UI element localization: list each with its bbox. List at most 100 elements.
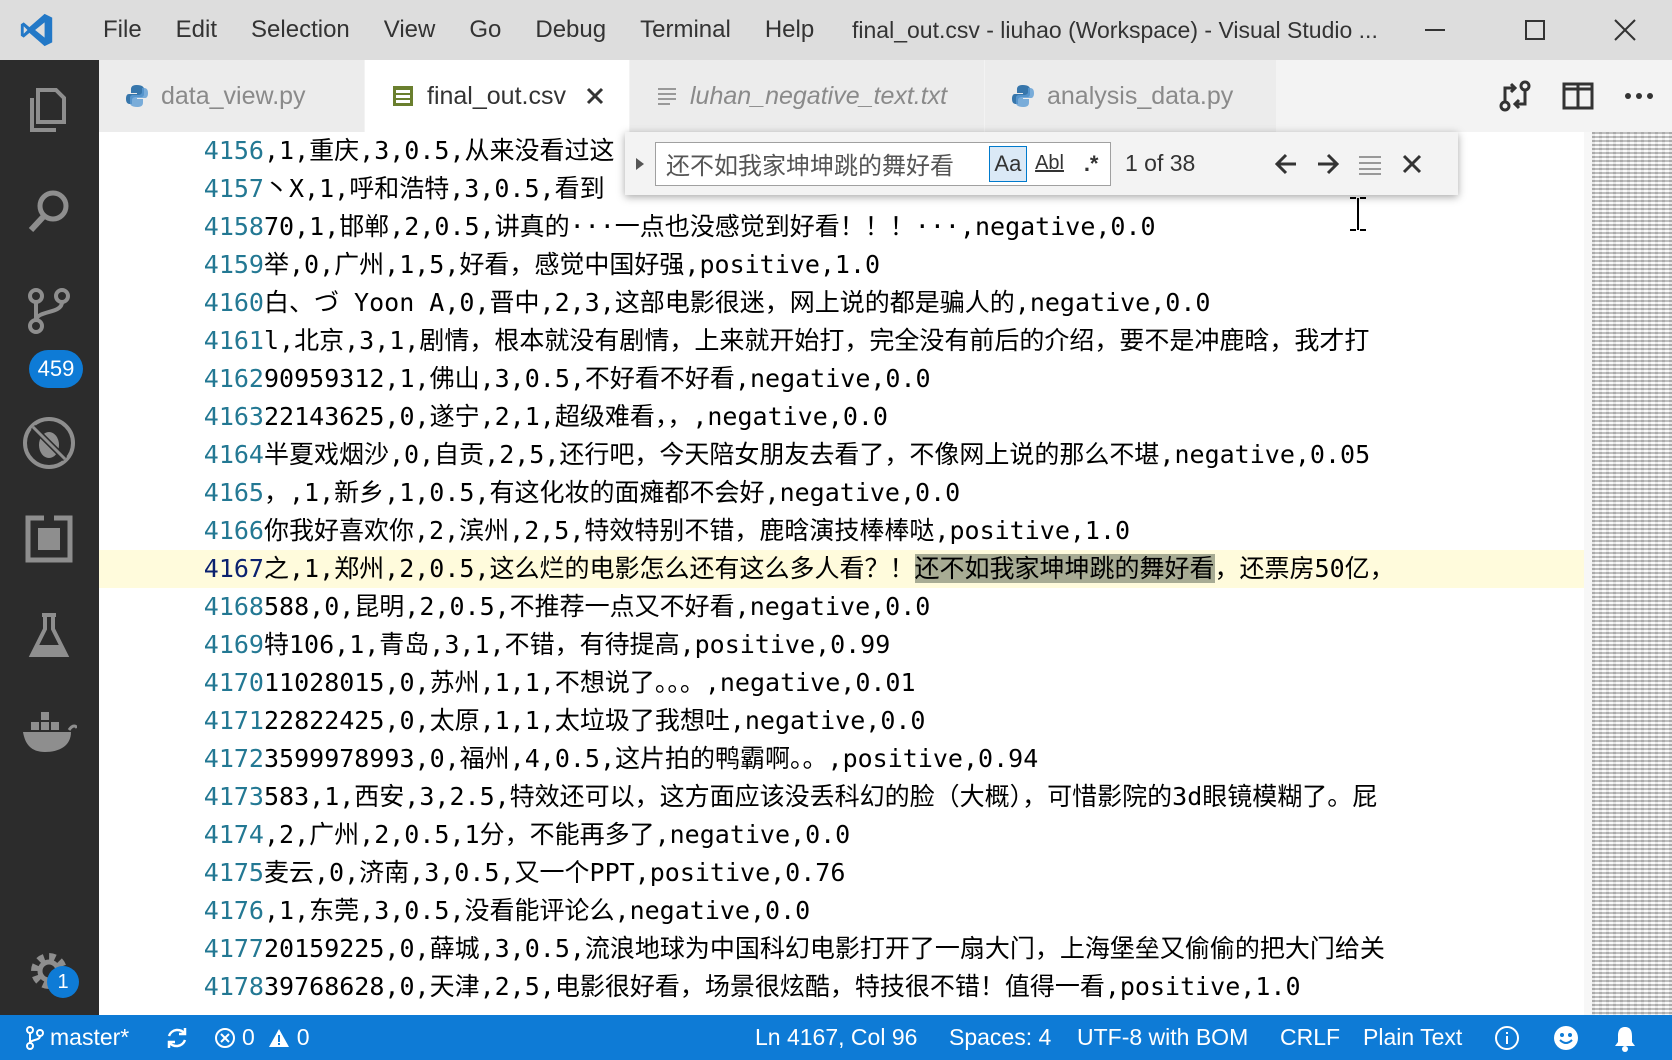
line-number: 4169 <box>203 630 264 659</box>
code-line[interactable]: 举,0,广州,1,5,好看，感觉中国好强,positive,1.0 <box>264 246 880 284</box>
warning-icon <box>268 1028 289 1047</box>
indentation[interactable]: Spaces: 4 <box>949 1015 1051 1060</box>
error-count: 0 <box>242 1024 255 1050</box>
code-line[interactable]: 麦云,0,济南,3,0.5,又一个PPT,positive,0.76 <box>264 854 845 892</box>
code-line[interactable]: ，,1,新乡,1,0.5,有这化妆的面瘫都不会好,negative,0.0 <box>264 474 960 512</box>
testing-button[interactable] <box>18 605 80 667</box>
tab-analysis-data[interactable]: analysis_data.py <box>985 60 1277 132</box>
code-text: 你我好喜欢你,2,滨州,2,5,特效特别不错，鹿晗演技棒棒哒,positive,… <box>264 516 1131 545</box>
code-line[interactable]: 39768628,0,天津,2,5,电影很好看，场景很炫酷，特技很不错！值得一看… <box>264 968 1301 1006</box>
close-tab-button[interactable] <box>586 87 604 105</box>
code-line[interactable]: 你我好喜欢你,2,滨州,2,5,特效特别不错，鹿晗演技棒棒哒,positive,… <box>264 512 1130 550</box>
code-line[interactable]: ,1,重庆,3,0.5,从来没看过这 <box>264 132 615 170</box>
search-button[interactable] <box>18 180 80 242</box>
code-line[interactable]: 3599978993,0,福州,4,0.5,这片拍的鸭霸啊。。,positive… <box>264 740 1038 778</box>
toggle-replace-button[interactable] <box>625 132 655 195</box>
current-code-line[interactable]: 之,1,郑州,2,0.5,这么烂的电影怎么还有这么多人看？！还不如我家坤坤跳的舞… <box>264 550 1584 588</box>
maximize-icon <box>1525 20 1545 40</box>
line-number: 4162 <box>203 364 264 393</box>
problems-item[interactable]: 0 0 <box>214 1015 310 1060</box>
extensions-button[interactable] <box>18 508 80 570</box>
tab-final-out-csv[interactable]: final_out.csv <box>365 60 630 132</box>
close-window-button[interactable] <box>1590 0 1660 60</box>
menu-edit[interactable]: Edit <box>159 0 234 60</box>
code-text: ,1,东莞,3,0.5,没看能评论么,negative,0.0 <box>264 896 811 925</box>
regex-toggle[interactable]: .* <box>1072 146 1110 182</box>
code-text: 特106,1,青岛,3,1,不错，有待提高,positive,0.99 <box>264 630 891 659</box>
code-line[interactable]: 20159225,0,薛城,3,0.5,流浪地球为中国科幻电影打开了一扇大门，上… <box>264 930 1385 968</box>
find-input-box: Aa Abl .* <box>655 141 1111 186</box>
debug-button[interactable] <box>18 412 80 474</box>
smiley-icon <box>1554 1025 1578 1050</box>
menu-view[interactable]: View <box>367 0 453 60</box>
table-icon <box>393 86 413 106</box>
code-line[interactable]: ,1,东莞,3,0.5,没看能评论么,negative,0.0 <box>264 892 810 930</box>
files-icon <box>30 88 66 132</box>
next-match-button[interactable] <box>1307 142 1349 186</box>
language-mode[interactable]: Plain Text <box>1363 1015 1462 1060</box>
tab-label: data_view.py <box>161 81 306 110</box>
code-line[interactable]: ,2,广州,2,0.5,1分，不能再多了,negative,0.0 <box>264 816 850 854</box>
code-line[interactable]: 白、づ Yoon A,0,晋中,2,3,这部电影很迷，网上说的都是骗人的,neg… <box>264 284 1210 322</box>
find-match-highlight: 还不如我家坤坤跳的舞好看 <box>914 554 1215 583</box>
cursor-position[interactable]: Ln 4167, Col 96 <box>755 1015 917 1060</box>
tab-data-view[interactable]: data_view.py <box>99 60 365 132</box>
code-area[interactable]: ,1,重庆,3,0.5,从来没看过这 丶X,1,呼和浩特,3,0.5,看到 70,1… <box>264 132 1584 1015</box>
whole-word-toggle[interactable]: Abl <box>1031 146 1069 182</box>
code-text: 3599978993,0,福州,4,0.5,这片拍的鸭霸啊。。,positive… <box>264 744 1039 773</box>
split-editor-button[interactable] <box>1562 82 1594 110</box>
menu-selection[interactable]: Selection <box>234 0 367 60</box>
previous-match-button[interactable] <box>1265 142 1307 186</box>
notifications-button[interactable] <box>1612 1015 1638 1060</box>
code-line[interactable]: 半夏戏烟沙,0,自贡,2,5,还行吧，今天陪女朋友去看了，不像网上说的那么不堪,… <box>264 436 1370 474</box>
code-line[interactable]: 丶X,1,呼和浩特,3,0.5,看到 <box>264 170 605 208</box>
source-control-button[interactable] <box>18 280 80 342</box>
code-line[interactable]: l,北京,3,1,剧情，根本就没有剧情，上来就开始打，完全没有前后的介绍，要不是… <box>264 322 1369 360</box>
code-line[interactable]: 588,0,昆明,2,0.5,不推荐一点又不好看,negative,0.0 <box>264 588 930 626</box>
menu-terminal[interactable]: Terminal <box>623 0 748 60</box>
code-line[interactable]: 90959312,1,佛山,3,0.5,不好看不好看,negative,0.0 <box>264 360 931 398</box>
code-line[interactable]: 583,1,西安,3,2.5,特效还可以，这方面应该没丢科幻的脸（大概），可惜影… <box>264 778 1377 816</box>
close-find-button[interactable] <box>1391 142 1433 186</box>
code-line[interactable]: 70,1,邯郸,2,0.5,讲真的···一点也没感觉到好看！！！···,nega… <box>264 208 1156 246</box>
menu-go[interactable]: Go <box>452 0 518 60</box>
more-actions-button[interactable] <box>1624 92 1654 100</box>
branch-name: master* <box>50 1024 130 1050</box>
end-of-line[interactable]: CRLF <box>1280 1015 1340 1060</box>
editor[interactable]: 4156 4157 4158 4159 4160 4161 4162 4163 4164 4165… <box>99 132 1672 1015</box>
match-case-toggle[interactable]: Aa <box>989 145 1027 182</box>
menu-debug[interactable]: Debug <box>518 0 623 60</box>
extensions-icon <box>25 514 73 563</box>
close-icon <box>1614 19 1636 41</box>
menu-help[interactable]: Help <box>748 0 831 60</box>
code-text: l,北京,3,1,剧情，根本就没有剧情，上来就开始打，完全没有前后的介绍，要不是… <box>264 326 1370 355</box>
tab-label: final_out.csv <box>427 81 566 110</box>
minimize-button[interactable] <box>1400 0 1470 60</box>
git-branch-item[interactable]: master* <box>26 1015 129 1060</box>
explorer-button[interactable] <box>18 78 80 140</box>
code-line[interactable]: 特106,1,青岛,3,1,不错，有待提高,positive,0.99 <box>264 626 890 664</box>
menu-file[interactable]: File <box>86 0 159 60</box>
find-input[interactable] <box>664 148 986 179</box>
minimap-content <box>1592 132 1672 1015</box>
code-text: 20159225,0,薛城,3,0.5,流浪地球为中国科幻电影打开了一扇大门，上… <box>264 934 1385 963</box>
code-line[interactable]: 22822425,0,太原,1,1,太垃圾了我想吐,negative,0.0 <box>264 702 926 740</box>
info-icon <box>1495 1025 1519 1050</box>
file-encoding[interactable]: UTF-8 with BOM <box>1077 1015 1248 1060</box>
find-in-selection-button[interactable] <box>1349 142 1391 186</box>
docker-button[interactable] <box>18 700 80 762</box>
feedback-button[interactable] <box>1552 1015 1580 1060</box>
maximize-button[interactable] <box>1500 0 1570 60</box>
code-line[interactable]: 11028015,0,苏州,1,1,不想说了。。。,negative,0.01 <box>264 664 916 702</box>
editor-actions <box>1480 60 1672 132</box>
line-number: 4157 <box>203 174 264 203</box>
more-icon <box>1625 93 1653 99</box>
sync-button[interactable] <box>165 1015 189 1060</box>
tab-luhan-negative-text[interactable]: luhan_negative_text.txt <box>630 60 985 132</box>
open-changes-button[interactable] <box>1498 79 1532 113</box>
info-button[interactable] <box>1494 1015 1520 1060</box>
code-line[interactable]: 22143625,0,遂宁,2,1,超级难看，，,negative,0.0 <box>264 398 888 436</box>
tab-label: analysis_data.py <box>1047 81 1234 110</box>
source-control-icon <box>28 288 70 334</box>
minimap[interactable] <box>1584 132 1672 1015</box>
